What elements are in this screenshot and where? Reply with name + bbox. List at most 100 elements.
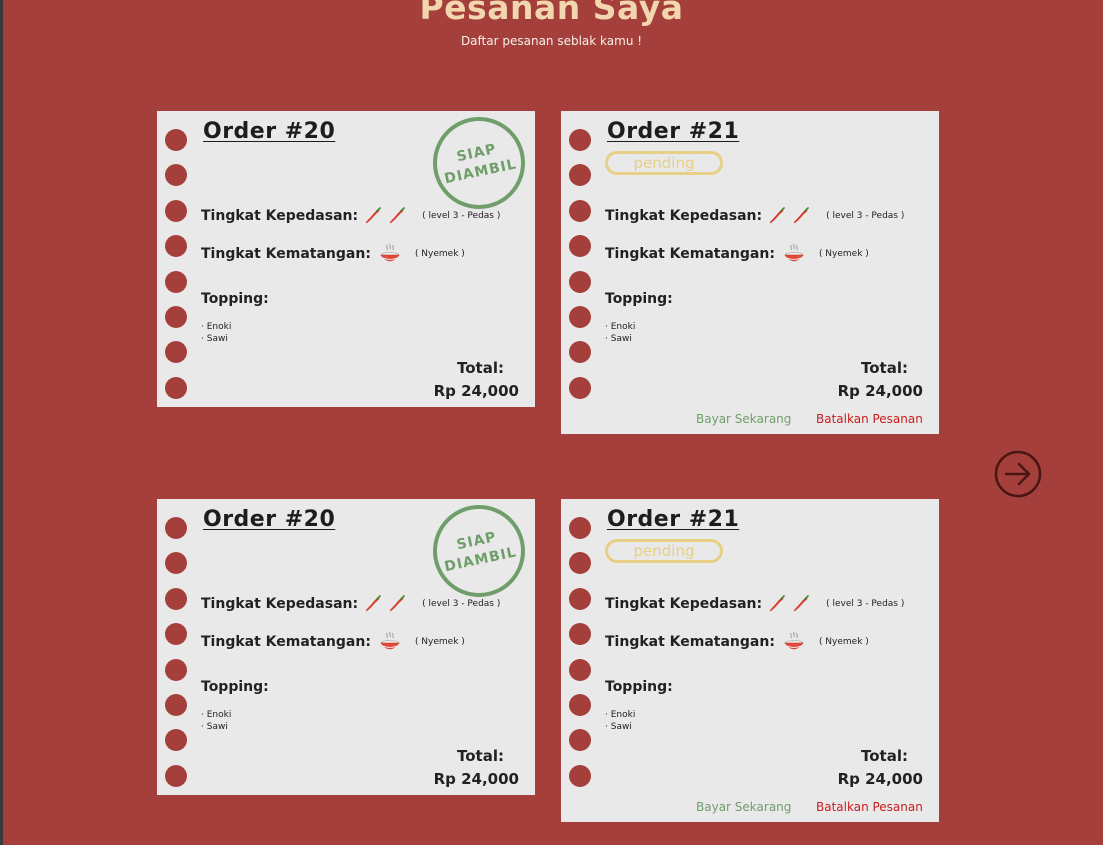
topping-list: EnokiSawi <box>201 321 232 345</box>
chili-icon <box>794 207 809 224</box>
chili-icon <box>794 595 809 612</box>
doneness-note: ( Nyemek ) <box>414 637 465 647</box>
total-value: Rp 24,000 <box>433 770 519 788</box>
binder-hole <box>569 270 591 293</box>
topping-item: Sawi <box>605 333 635 345</box>
page-title: Pesanan Saya <box>419 0 684 27</box>
window-edge <box>0 0 3 845</box>
total-label: Total: <box>457 747 504 765</box>
cancel-order-button[interactable]: Batalkan Pesanan <box>816 800 923 814</box>
spice-level-note: ( level 3 - Pedas ) <box>826 211 905 221</box>
order-title: Order #20 <box>203 119 336 144</box>
total-label: Total: <box>457 359 504 377</box>
binder-hole <box>569 164 591 187</box>
spice-level-label: Tingkat Kepedasan: <box>605 208 763 224</box>
binder-hole <box>165 129 187 151</box>
order-title: Order #21 <box>607 507 740 532</box>
bowl-icon <box>784 243 804 262</box>
topping-item: Enoki <box>201 709 232 721</box>
order-card: Order #21 pending Tingkat Kepedasan: ( leve… <box>561 499 939 822</box>
spice-level-note: ( level 3 - Pedas ) <box>422 599 501 609</box>
binder-holes <box>165 517 187 800</box>
binder-hole <box>165 305 187 328</box>
binder-hole <box>569 341 591 364</box>
cancel-order-button[interactable]: Batalkan Pesanan <box>816 412 923 426</box>
binder-holes <box>569 517 591 800</box>
topping-item: Sawi <box>201 333 231 345</box>
binder-hole <box>165 164 187 187</box>
status-badge-pending: pending <box>605 539 723 563</box>
doneness-label: Tingkat Kematangan: <box>605 246 775 262</box>
doneness-row: Tingkat Kematangan: ( Nyemek ) <box>605 631 869 653</box>
topping-label: Topping: <box>201 291 269 307</box>
doneness-row: Tingkat Kematangan: ( Nyemek ) <box>201 243 465 265</box>
binder-hole <box>165 658 187 681</box>
doneness-row: Tingkat Kematangan: ( Nyemek ) <box>605 243 869 265</box>
spice-level-row: Tingkat Kepedasan: ( level 3 - Pedas ) <box>605 207 904 225</box>
binder-hole <box>569 129 591 151</box>
topping-item: Enoki <box>605 709 636 721</box>
chili-icon <box>366 207 381 224</box>
order-title: Order #21 <box>607 119 740 144</box>
chili-icon <box>390 595 405 612</box>
binder-hole <box>569 658 591 681</box>
topping-item: Sawi <box>605 721 635 733</box>
chili-icon <box>390 207 405 224</box>
binder-hole <box>569 764 591 787</box>
doneness-row: Tingkat Kematangan: ( Nyemek ) <box>201 631 465 653</box>
spice-level-note: ( level 3 - Pedas ) <box>826 599 905 609</box>
topping-label: Topping: <box>201 679 269 695</box>
page-subtitle: Daftar pesanan seblak kamu ! <box>460 34 643 48</box>
binder-hole <box>569 587 591 610</box>
bowl-icon <box>380 243 400 262</box>
binder-hole <box>165 729 187 752</box>
binder-hole <box>165 764 187 787</box>
binder-hole <box>165 517 187 539</box>
binder-hole <box>569 729 591 752</box>
total-label: Total: <box>861 359 908 377</box>
order-card: Order #20 SIAP DIAMBIL Tingkat Kepedasan: ( … <box>157 499 535 795</box>
binder-hole <box>569 517 591 539</box>
pay-now-button[interactable]: Bayar Sekarang <box>696 800 791 814</box>
binder-hole <box>165 693 187 716</box>
binder-hole <box>165 341 187 364</box>
status-badge-pending: pending <box>605 151 723 175</box>
topping-list: EnokiSawi <box>605 709 636 733</box>
topping-list: EnokiSawi <box>605 321 636 345</box>
binder-hole <box>569 623 591 646</box>
binder-hole <box>569 305 591 328</box>
doneness-note: ( Nyemek ) <box>818 249 869 259</box>
total-value: Rp 24,000 <box>837 382 923 400</box>
order-title: Order #20 <box>203 507 336 532</box>
binder-hole <box>165 199 187 222</box>
binder-hole <box>569 552 591 575</box>
binder-hole <box>569 693 591 716</box>
doneness-label: Tingkat Kematangan: <box>201 246 371 262</box>
binder-hole <box>569 199 591 222</box>
binder-holes <box>569 129 591 412</box>
total-value: Rp 24,000 <box>433 382 519 400</box>
arrow-right-circle-icon[interactable] <box>994 450 1042 498</box>
chili-icon <box>770 207 785 224</box>
topping-list: EnokiSawi <box>201 709 232 733</box>
spice-level-label: Tingkat Kepedasan: <box>201 208 359 224</box>
status-stamp-ready: SIAP DIAMBIL <box>433 505 525 597</box>
binder-hole <box>569 376 591 399</box>
spice-level-label: Tingkat Kepedasan: <box>605 596 763 612</box>
spice-level-row: Tingkat Kepedasan: ( level 3 - Pedas ) <box>605 595 904 613</box>
binder-hole <box>569 235 591 258</box>
doneness-note: ( Nyemek ) <box>414 249 465 259</box>
binder-hole <box>165 270 187 293</box>
binder-hole <box>165 552 187 575</box>
total-value: Rp 24,000 <box>837 770 923 788</box>
order-card: Order #21 pending Tingkat Kepedasan: ( leve… <box>561 111 939 434</box>
total-label: Total: <box>861 747 908 765</box>
topping-item: Enoki <box>605 321 636 333</box>
bowl-icon <box>380 631 400 650</box>
chili-icon <box>366 595 381 612</box>
topping-label: Topping: <box>605 291 673 307</box>
doneness-label: Tingkat Kematangan: <box>201 634 371 650</box>
spice-level-label: Tingkat Kepedasan: <box>201 596 359 612</box>
pay-now-button[interactable]: Bayar Sekarang <box>696 412 791 426</box>
binder-hole <box>165 587 187 610</box>
